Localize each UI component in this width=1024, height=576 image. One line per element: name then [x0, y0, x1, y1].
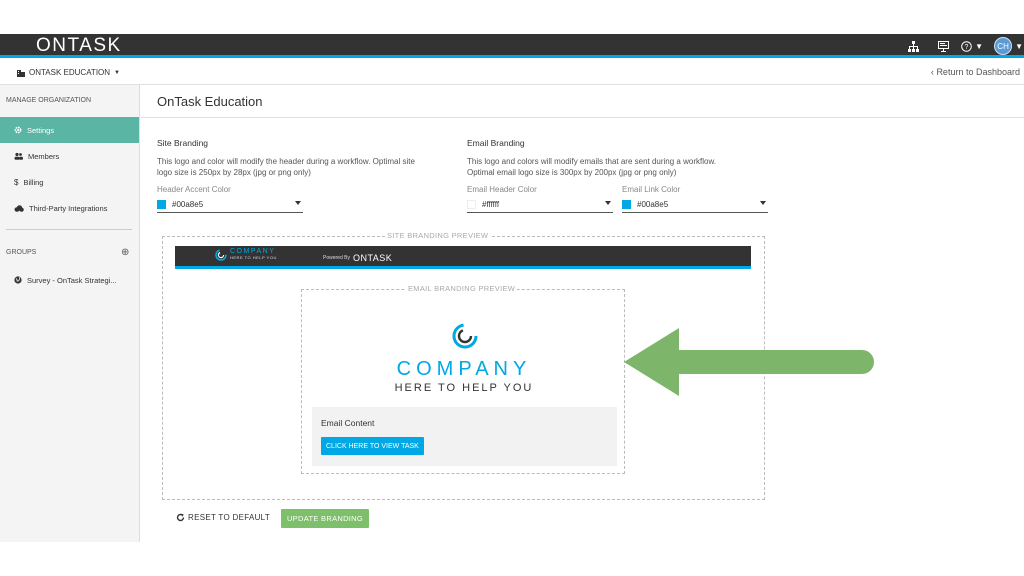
groups-heading: GROUPS [6, 249, 37, 256]
sidebar-item-members[interactable]: Members [0, 143, 139, 169]
reset-to-default-button[interactable]: RESET TO DEFAULT [176, 513, 270, 522]
email-content-label: Email Content [321, 418, 375, 428]
email-branding-preview-frame: COMPANY HERE TO HELP YOU Email Content C… [301, 289, 625, 474]
company-logo-icon [452, 323, 478, 354]
top-navbar: ONTASK ? ▼ CH ▼ [0, 34, 1024, 58]
top-icons: ? ▼ CH ▼ [901, 34, 1024, 58]
company-logo-icon [215, 249, 227, 261]
email-branding-preview-legend: EMAIL BRANDING PREVIEW [406, 284, 518, 293]
chevron-down-icon: ▼ [114, 69, 120, 76]
green-arrow-annotation [624, 328, 874, 396]
title-divider [141, 117, 1024, 118]
chevron-down-icon: ▼ [975, 41, 984, 51]
avatar[interactable]: CH [994, 37, 1013, 55]
org-chart-icon[interactable] [901, 34, 925, 58]
organization-bar: ONTASK EDUCATION ▼ ‹ Return to Dashboard [0, 61, 1024, 85]
main-content: OnTask Education Site Branding This logo… [141, 85, 1024, 542]
cloud-icon [14, 204, 24, 212]
email-preview-tagline: HERE TO HELP YOU [394, 382, 534, 394]
color-swatch [467, 199, 476, 209]
email-preview-company: COMPANY [396, 358, 532, 380]
dollar-icon: $ [14, 177, 19, 187]
chevron-left-icon: ‹ [930, 67, 934, 77]
chevron-down-icon [760, 201, 766, 205]
building-icon [17, 69, 25, 77]
site-preview-header: COMPANY HERE TO HELP YOU Powered By ONTA… [175, 246, 751, 269]
email-link-color-label: Email Link Color [622, 185, 681, 194]
sidebar-item-settings[interactable]: Settings [0, 117, 139, 143]
email-header-color-label: Email Header Color [467, 185, 537, 194]
email-header-color-select[interactable]: #ffffff [467, 196, 613, 213]
sidebar-item-third-party-integrations[interactable]: Third-Party Integrations [0, 195, 139, 221]
powered-by: Powered By ONTASK [323, 253, 393, 263]
chevron-down-icon [605, 201, 611, 205]
gear-icon [14, 126, 22, 134]
update-branding-button[interactable]: UPDATE BRANDING [281, 509, 370, 528]
header-accent-color-label: Header Accent Color [157, 185, 231, 194]
sidebar-group-survey[interactable]: Survey - OnTask Strategi... [0, 267, 139, 293]
sidebar: MANAGE ORGANIZATION Settings Members $ B… [0, 85, 140, 542]
site-branding-title: Site Branding [157, 138, 209, 148]
organization-name: ONTASK EDUCATION [29, 68, 111, 77]
email-link-color-select[interactable]: #00a8e5 [622, 196, 768, 213]
site-branding-preview-legend: SITE BRANDING PREVIEW [385, 231, 491, 240]
email-branding-description-line2: Optimal email logo size is 300px by 200p… [467, 168, 677, 177]
view-task-button[interactable]: CLICK HERE TO VIEW TASK [321, 437, 424, 455]
presentation-icon[interactable] [931, 34, 955, 58]
sidebar-item-billing[interactable]: $ Billing [0, 169, 139, 195]
page-title: OnTask Education [157, 94, 263, 109]
email-content-box: Email Content CLICK HERE TO VIEW TASK [312, 407, 617, 466]
organization-switcher[interactable]: ONTASK EDUCATION ▼ [17, 68, 120, 77]
chevron-down-icon [295, 201, 301, 205]
site-branding-description-line2: logo size is 250px by 28px (jpg or png o… [157, 168, 311, 177]
site-branding-description-line1: This logo and color will modify the head… [157, 157, 415, 166]
sidebar-divider [6, 229, 132, 230]
app-window: ONTASK ? ▼ CH ▼ ONTASK EDUCATION ▼ ‹ Ret… [0, 34, 1024, 542]
users-icon [14, 152, 23, 160]
add-group-icon[interactable]: ⊕ [121, 247, 129, 258]
color-swatch [157, 199, 166, 209]
chevron-down-icon[interactable]: ▼ [1015, 42, 1023, 51]
email-branding-description-line1: This logo and colors will modify emails … [467, 157, 716, 166]
help-icon: ? [961, 40, 972, 52]
ontask-logo[interactable]: ONTASK [36, 35, 122, 57]
header-accent-color-select[interactable]: #00a8e5 [157, 196, 303, 213]
svg-text:?: ? [965, 44, 969, 51]
company-logo-small: COMPANY HERE TO HELP YOU [215, 248, 277, 261]
manage-organization-heading: MANAGE ORGANIZATION [6, 97, 92, 104]
ontask-logo-small: ONTASK [352, 253, 393, 263]
globe-icon [14, 276, 22, 284]
refresh-icon [176, 513, 185, 522]
help-dropdown[interactable]: ? ▼ [961, 40, 984, 52]
email-branding-title: Email Branding [467, 138, 525, 148]
return-to-dashboard-link[interactable]: ‹ Return to Dashboard [931, 67, 1020, 77]
color-swatch [622, 199, 631, 209]
site-preview-tagline: HERE TO HELP YOU [230, 255, 277, 260]
